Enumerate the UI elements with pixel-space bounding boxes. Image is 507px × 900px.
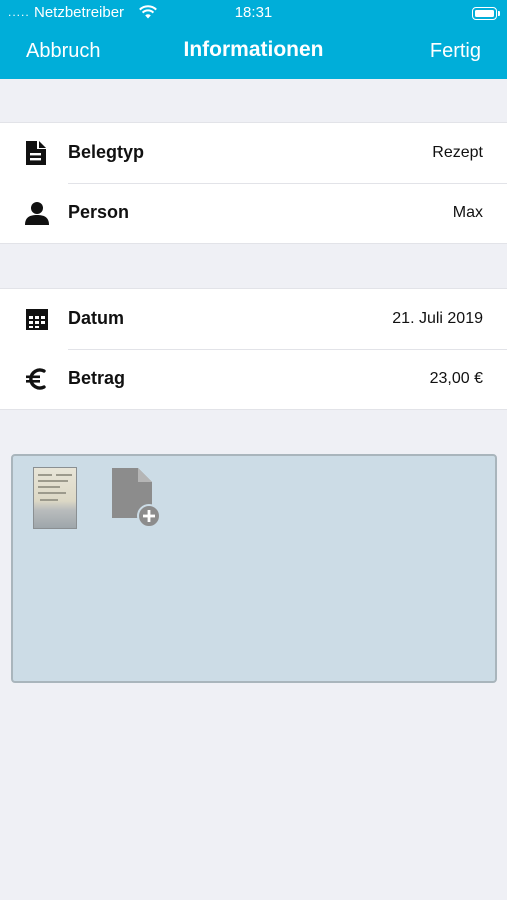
receipt-icon (26, 141, 46, 165)
person-icon (25, 202, 49, 225)
document-type-value: Rezept (432, 144, 483, 161)
status-time: 18:31 (234, 4, 273, 21)
status-bar: ..... Netzbetreiber 18:31 (0, 0, 507, 26)
document-type-label: Belegtyp (68, 142, 145, 162)
done-button[interactable]: Fertig (430, 40, 481, 63)
amount-row[interactable]: Betrag 23,00 € (0, 349, 507, 409)
person-row[interactable]: Person Max (0, 183, 507, 243)
add-document-icon[interactable] (110, 466, 162, 530)
date-label: Datum (68, 308, 125, 328)
battery-icon (472, 7, 500, 20)
calendar-icon (26, 309, 48, 330)
euro-icon (26, 368, 46, 390)
person-value: Max (452, 204, 483, 221)
navigation-bar: ..... Netzbetreiber 18:31 Abbruch Inform… (0, 0, 507, 79)
attachments-area (11, 454, 497, 683)
receipt-thumbnail[interactable] (33, 467, 77, 529)
document-type-row[interactable]: Belegtyp Rezept (0, 123, 507, 183)
date-row[interactable]: Datum 21. Juli 2019 (0, 289, 507, 349)
amount-label: Betrag (68, 368, 126, 388)
person-label: Person (68, 202, 130, 222)
details-group: Belegtyp Rezept Person Max (0, 122, 507, 244)
date-value: 21. Juli 2019 (392, 310, 483, 327)
payment-group: Datum 21. Juli 2019 Betrag 23,00 € (0, 288, 507, 410)
amount-value: 23,00 € (429, 370, 483, 387)
